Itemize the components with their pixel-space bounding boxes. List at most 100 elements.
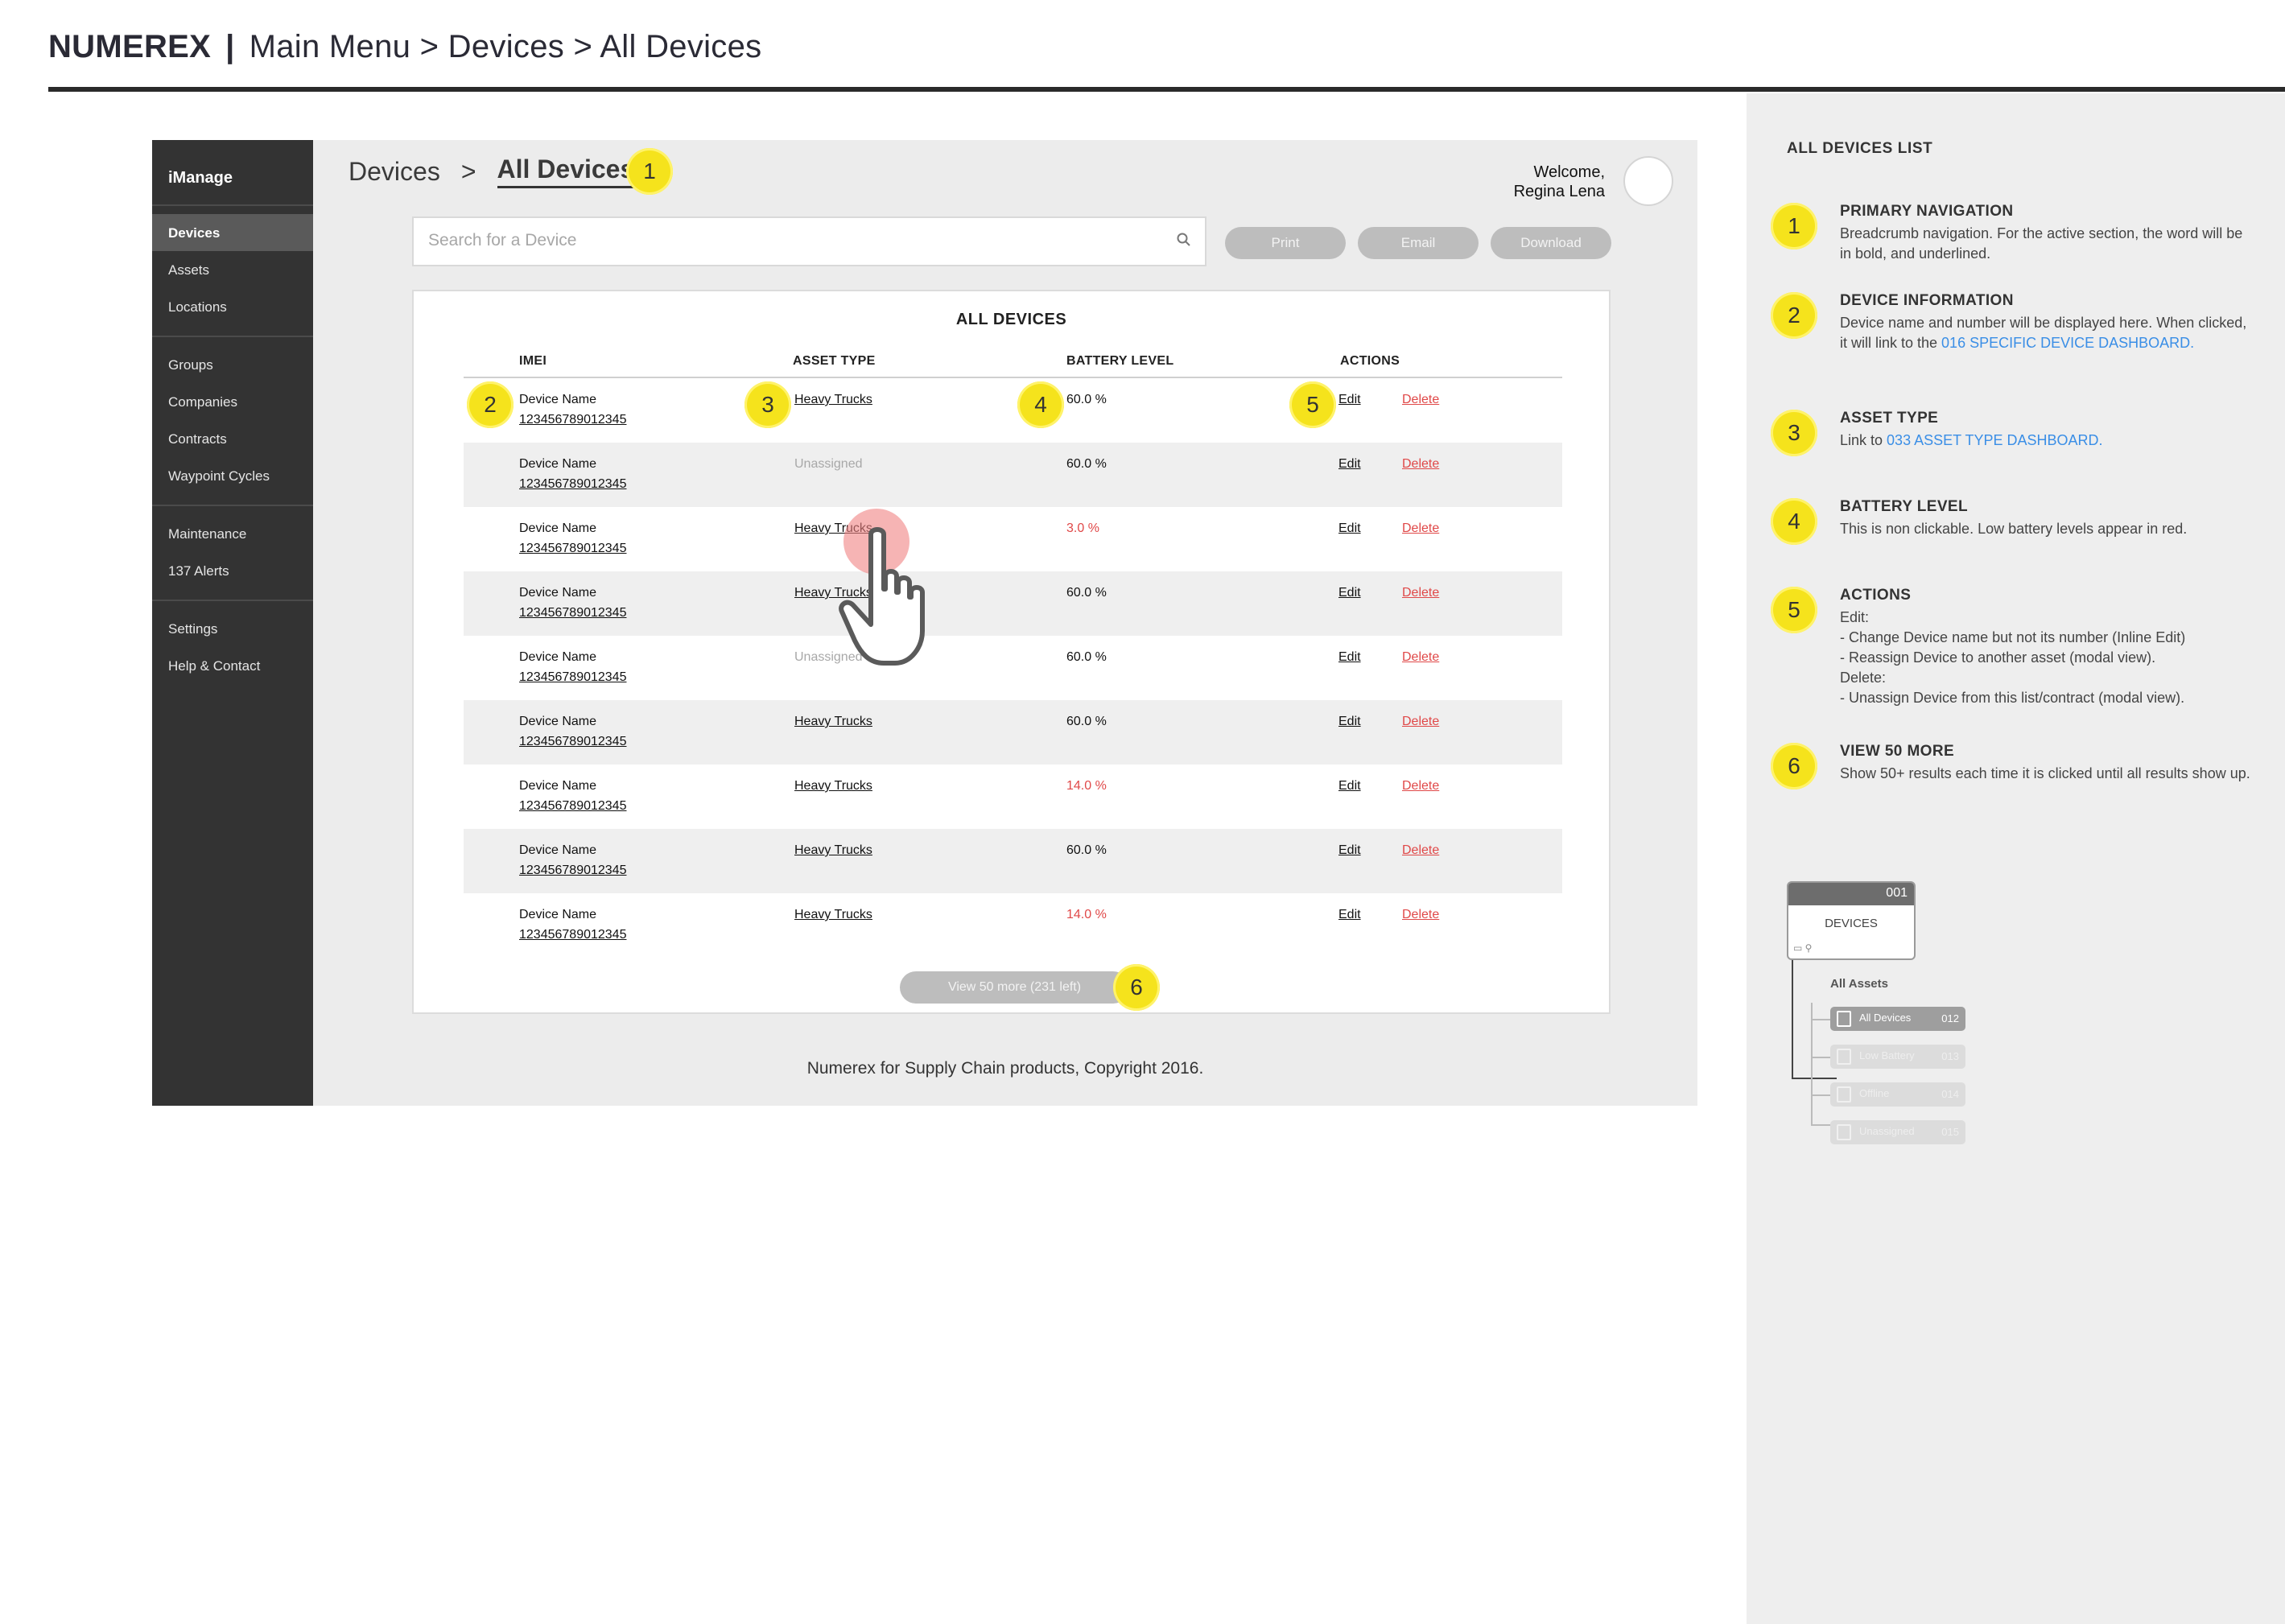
- device-name[interactable]: Device Name: [519, 390, 626, 410]
- asset-type-link[interactable]: Heavy Trucks: [794, 711, 872, 732]
- sidebar-item-groups[interactable]: Groups: [152, 346, 313, 383]
- sitemap-item-label: Low Battery: [1859, 1049, 1915, 1061]
- edit-link[interactable]: Edit: [1338, 647, 1361, 667]
- asset-type-link[interactable]: Heavy Trucks: [794, 840, 872, 860]
- device-imei-link[interactable]: 123456789012345: [519, 603, 626, 623]
- sitemap-item-low-battery: Low Battery 013: [1830, 1045, 1965, 1069]
- delete-link[interactable]: Delete: [1402, 776, 1439, 796]
- print-button[interactable]: Print: [1225, 227, 1346, 259]
- device-info[interactable]: Device Name 123456789012345: [519, 905, 626, 945]
- sidebar-item-locations[interactable]: Locations: [152, 288, 313, 325]
- avatar[interactable]: [1623, 156, 1673, 206]
- sidebar-item-settings[interactable]: Settings: [152, 610, 313, 647]
- device-info[interactable]: Device Name 123456789012345: [519, 776, 626, 816]
- delete-link[interactable]: Delete: [1402, 905, 1439, 925]
- delete-link[interactable]: Delete: [1402, 390, 1439, 410]
- sidebar-item-alerts[interactable]: 137 Alerts: [152, 552, 313, 589]
- device-info[interactable]: Device Name 123456789012345: [519, 390, 626, 430]
- download-button[interactable]: Download: [1491, 227, 1611, 259]
- delete-link[interactable]: Delete: [1402, 647, 1439, 667]
- battery-level: 14.0 %: [1066, 908, 1107, 921]
- view-more-button[interactable]: View 50 more (231 left): [900, 971, 1129, 1004]
- annotation-badge: 1: [626, 148, 673, 195]
- search-input[interactable]: [414, 218, 1138, 263]
- edit-link[interactable]: Edit: [1338, 840, 1361, 860]
- edit-link[interactable]: Edit: [1338, 905, 1361, 925]
- device-info[interactable]: Device Name 123456789012345: [519, 583, 626, 623]
- note-text: Link to 033 ASSET TYPE DASHBOARD.: [1840, 431, 2250, 451]
- device-info[interactable]: Device Name 123456789012345: [519, 518, 626, 559]
- search-icon[interactable]: [1176, 232, 1192, 248]
- sitemap-connector: [1792, 960, 1793, 1079]
- sitemap-item-label: All Devices: [1859, 1012, 1912, 1024]
- edit-link[interactable]: Edit: [1338, 518, 1361, 538]
- device-name[interactable]: Device Name: [519, 518, 626, 538]
- delete-link[interactable]: Delete: [1402, 840, 1439, 860]
- device-name[interactable]: Device Name: [519, 583, 626, 603]
- device-name[interactable]: Device Name: [519, 647, 626, 667]
- edit-link[interactable]: Edit: [1338, 776, 1361, 796]
- column-header-asset-type: ASSET TYPE: [793, 354, 876, 368]
- device-name[interactable]: Device Name: [519, 840, 626, 860]
- note-text: Edit: - Change Device name but not its n…: [1840, 608, 2250, 708]
- asset-type-link[interactable]: Heavy Trucks: [794, 390, 872, 410]
- table-row: Device Name 123456789012345 Heavy Trucks 60…: [464, 829, 1562, 893]
- note-link[interactable]: 033 ASSET TYPE DASHBOARD.: [1887, 432, 2102, 448]
- email-button[interactable]: Email: [1358, 227, 1479, 259]
- delete-link[interactable]: Delete: [1402, 454, 1439, 474]
- sitemap-card-label: DEVICES: [1825, 917, 1878, 930]
- sitemap-card: 001 DEVICES ▭ ⚲: [1787, 881, 1916, 960]
- note-line: Delete:: [1840, 670, 1887, 686]
- table-row: Device Name 123456789012345 Heavy Trucks 3.…: [464, 507, 1562, 571]
- device-imei-link[interactable]: 123456789012345: [519, 925, 626, 945]
- device-name[interactable]: Device Name: [519, 711, 626, 732]
- column-header-actions: ACTIONS: [1340, 354, 1400, 368]
- device-info[interactable]: Device Name 123456789012345: [519, 840, 626, 880]
- sidebar-item-assets[interactable]: Assets: [152, 251, 313, 288]
- device-imei-link[interactable]: 123456789012345: [519, 474, 626, 494]
- device-imei-link[interactable]: 123456789012345: [519, 796, 626, 816]
- asset-type-link[interactable]: Heavy Trucks: [794, 776, 872, 796]
- device-imei-link[interactable]: 123456789012345: [519, 860, 626, 880]
- sidebar-item-devices[interactable]: Devices: [152, 214, 313, 251]
- device-info[interactable]: Device Name 123456789012345: [519, 711, 626, 752]
- device-info[interactable]: Device Name 123456789012345: [519, 454, 626, 494]
- sidebar-divider: [152, 505, 313, 506]
- note-text: This is non clickable. Low battery level…: [1840, 521, 2188, 537]
- sidebar-item-help[interactable]: Help & Contact: [152, 647, 313, 684]
- note-link[interactable]: 016 SPECIFIC DEVICE DASHBOARD.: [1941, 335, 2194, 351]
- search-box: [412, 216, 1206, 266]
- edit-link[interactable]: Edit: [1338, 390, 1361, 410]
- app-window: iManage Devices Assets Locations Groups …: [152, 140, 1697, 1106]
- sidebar-item-waypoint-cycles[interactable]: Waypoint Cycles: [152, 457, 313, 494]
- note-badge: 4: [1771, 498, 1817, 545]
- delete-link[interactable]: Delete: [1402, 518, 1439, 538]
- sidebar-item-contracts[interactable]: Contracts: [152, 420, 313, 457]
- user-name: Regina Lena: [1513, 183, 1605, 200]
- note-badge: 3: [1771, 410, 1817, 456]
- breadcrumb-current: All Devices: [497, 155, 635, 188]
- asset-type-link: Unassigned: [794, 457, 863, 471]
- device-imei-link[interactable]: 123456789012345: [519, 667, 626, 687]
- sitemap-connector: [1811, 1003, 1813, 1125]
- edit-link[interactable]: Edit: [1338, 583, 1361, 603]
- device-imei-link[interactable]: 123456789012345: [519, 732, 626, 752]
- device-name[interactable]: Device Name: [519, 776, 626, 796]
- note-badge: 1: [1771, 203, 1817, 249]
- device-imei-link[interactable]: 123456789012345: [519, 538, 626, 559]
- device-name[interactable]: Device Name: [519, 454, 626, 474]
- title-path: Main Menu > Devices > All Devices: [249, 29, 762, 64]
- delete-link[interactable]: Delete: [1402, 711, 1439, 732]
- sidebar-item-maintenance[interactable]: Maintenance: [152, 515, 313, 552]
- delete-link[interactable]: Delete: [1402, 583, 1439, 603]
- edit-link[interactable]: Edit: [1338, 454, 1361, 474]
- device-name[interactable]: Device Name: [519, 905, 626, 925]
- sitemap-item-number: 015: [1941, 1126, 1959, 1138]
- annotation-badge: 4: [1017, 381, 1064, 428]
- edit-link[interactable]: Edit: [1338, 711, 1361, 732]
- device-imei-link[interactable]: 123456789012345: [519, 410, 626, 430]
- device-info[interactable]: Device Name 123456789012345: [519, 647, 626, 687]
- sidebar-item-companies[interactable]: Companies: [152, 383, 313, 420]
- asset-type-link[interactable]: Heavy Trucks: [794, 905, 872, 925]
- breadcrumb-devices-link[interactable]: Devices: [349, 157, 440, 187]
